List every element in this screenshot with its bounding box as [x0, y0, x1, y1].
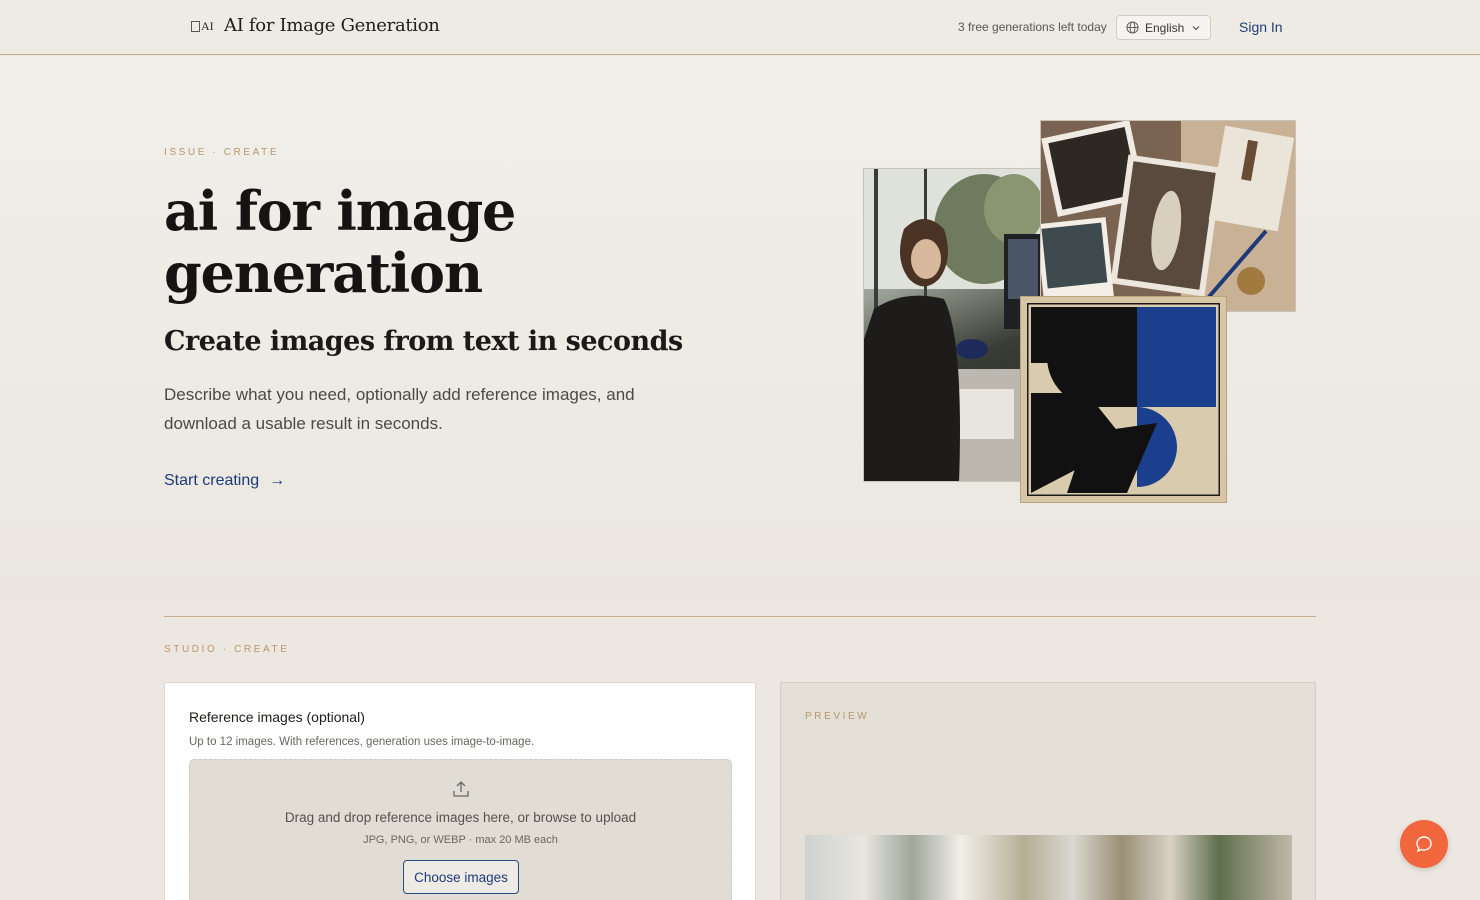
- site-title[interactable]: AI for Image Generation: [224, 15, 440, 36]
- reference-dropzone[interactable]: Drag and drop reference images here, or …: [189, 759, 732, 900]
- top-navigation-bar: AI AI for Image Generation 3 free genera…: [0, 0, 1480, 55]
- sign-in-link[interactable]: Sign In: [1239, 19, 1283, 35]
- start-creating-link[interactable]: Start creating →: [164, 472, 285, 490]
- reference-images-help: Up to 12 images. With references, genera…: [189, 736, 535, 748]
- chat-icon: [1416, 836, 1432, 853]
- arrow-right-icon: →: [269, 472, 286, 489]
- hero-description: Describe what you need, optionally add r…: [164, 385, 635, 433]
- hero-title: ai for image generation: [164, 179, 516, 305]
- dropzone-formats: JPG, PNG, or WEBP · max 20 MB each: [363, 834, 558, 846]
- logo-mark-text: AI: [201, 19, 214, 33]
- abstract-art-illustration: [1025, 301, 1222, 498]
- section-divider: [164, 616, 1316, 617]
- dropzone-instructions: Drag and drop reference images here, or …: [284, 810, 637, 825]
- preview-label: PREVIEW: [805, 711, 870, 722]
- choose-images-button[interactable]: Choose images: [403, 860, 519, 894]
- language-selector[interactable]: English: [1116, 15, 1211, 40]
- woman-photo-illustration: [864, 169, 1040, 481]
- logo-mark[interactable]: AI: [191, 19, 214, 34]
- moodboard-photo: [1040, 120, 1296, 312]
- reference-images-title: Reference images (optional): [189, 709, 365, 725]
- reference-images-card: Reference images (optional) Up to 12 ima…: [164, 682, 756, 900]
- logo-box-icon: [191, 21, 200, 32]
- free-generations-counter: 3 free generations left today: [958, 20, 1107, 34]
- hero-section: ISSUE · CREATE ai for image generation C…: [0, 56, 1480, 600]
- chevron-down-icon: [1192, 25, 1200, 30]
- hero-subtitle: Create images from text in seconds: [164, 326, 683, 357]
- chat-support-button[interactable]: [1400, 820, 1448, 868]
- moodboard-illustration: [1041, 121, 1295, 311]
- globe-icon: [1126, 21, 1139, 34]
- preview-image: [805, 835, 1292, 900]
- studio-eyebrow: STUDIO · CREATE: [164, 644, 290, 655]
- abstract-art-photo: [1020, 296, 1227, 503]
- woman-at-desk-photo: [863, 168, 1041, 482]
- hero-eyebrow: ISSUE · CREATE: [164, 147, 280, 158]
- preview-panel: PREVIEW: [780, 682, 1316, 900]
- upload-icon: [453, 781, 469, 797]
- language-label: English: [1145, 20, 1185, 35]
- start-creating-label: Start creating: [164, 472, 260, 489]
